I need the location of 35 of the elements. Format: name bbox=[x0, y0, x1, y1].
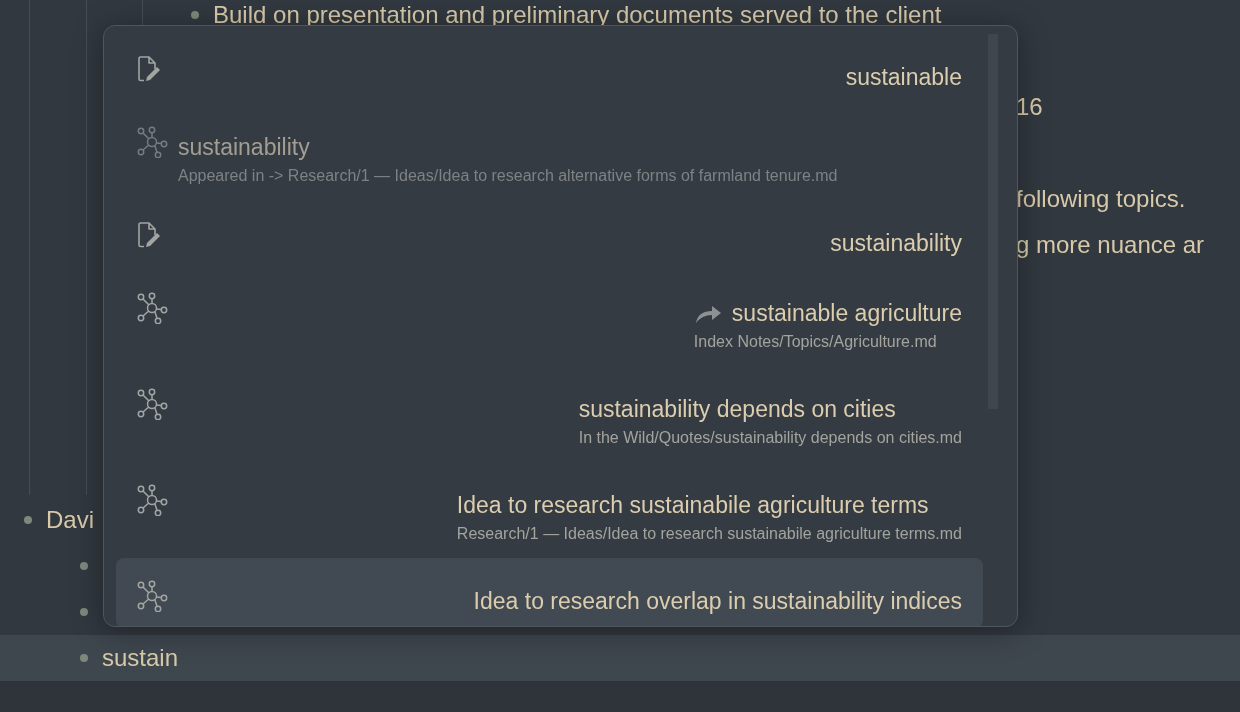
graph-node-icon bbox=[136, 484, 168, 516]
outline-item[interactable]: Davi bbox=[46, 506, 94, 534]
suggestion-item[interactable]: sustainability bbox=[116, 200, 983, 270]
file-edit-icon bbox=[136, 56, 162, 82]
suggestion-item[interactable]: Idea to research overlap in sustainability indices bbox=[116, 558, 983, 626]
suggestion-title: sustainability bbox=[830, 230, 962, 256]
suggestion-path: In the Wild/Quotes/sustainability depends on cities.md bbox=[578, 428, 962, 448]
graph-node-icon bbox=[136, 388, 168, 420]
suggestion-item[interactable]: sustainability Appeared in -> Research/1 — Ideas/Idea to research alternative forms of farmland tenure.md bbox=[116, 104, 983, 200]
suggestion-item[interactable]: sustainability depends on cities In the Wild/Quotes/sustainability depends on cities.md bbox=[116, 366, 983, 462]
suggestion-title: sustainability bbox=[178, 134, 310, 160]
suggestion-item[interactable]: sustainable bbox=[116, 34, 983, 104]
graph-node-icon bbox=[136, 126, 168, 158]
text-line: Build on presentation and preliminary documents served to the client bbox=[213, 1, 942, 29]
suggestion-title: sustainable bbox=[845, 64, 962, 90]
suggestion-path: Appeared in -> Research/1 — Ideas/Idea to research alternative forms of farmland tenure.md bbox=[178, 166, 838, 186]
graph-node-icon bbox=[136, 580, 168, 612]
suggestion-title: Idea to research sustainabile agriculture terms bbox=[456, 492, 929, 518]
bullet-icon bbox=[80, 608, 88, 616]
text-line: 16 bbox=[1016, 93, 1043, 121]
graph-node-icon bbox=[136, 292, 168, 324]
bullet-icon bbox=[80, 654, 88, 662]
bullet-icon bbox=[191, 11, 199, 19]
suggestion-title: sustainability depends on cities bbox=[578, 396, 896, 422]
suggestion-item[interactable]: Idea to research sustainabile agriculture terms Research/1 — Ideas/Idea to research sustainabile agriculture terms.md bbox=[116, 462, 983, 558]
suggestion-path: Index Notes/Topics/Agriculture.md bbox=[693, 332, 938, 352]
suggestion-title: Idea to research overlap in sustainability indices bbox=[473, 588, 962, 614]
suggestion-title: sustainable agriculture bbox=[731, 300, 962, 326]
file-edit-icon bbox=[136, 222, 162, 248]
text-line: following topics. bbox=[1016, 185, 1186, 213]
suggestion-path: Research/1 — Ideas/Idea to research sustainabile agriculture terms.md bbox=[456, 524, 962, 544]
outline-item[interactable]: sustain bbox=[102, 644, 179, 672]
suggestion-item[interactable]: sustainable agriculture Index Notes/Topics/Agriculture.md bbox=[116, 270, 983, 366]
bullet-icon bbox=[24, 516, 32, 524]
bullet-icon bbox=[80, 562, 88, 570]
